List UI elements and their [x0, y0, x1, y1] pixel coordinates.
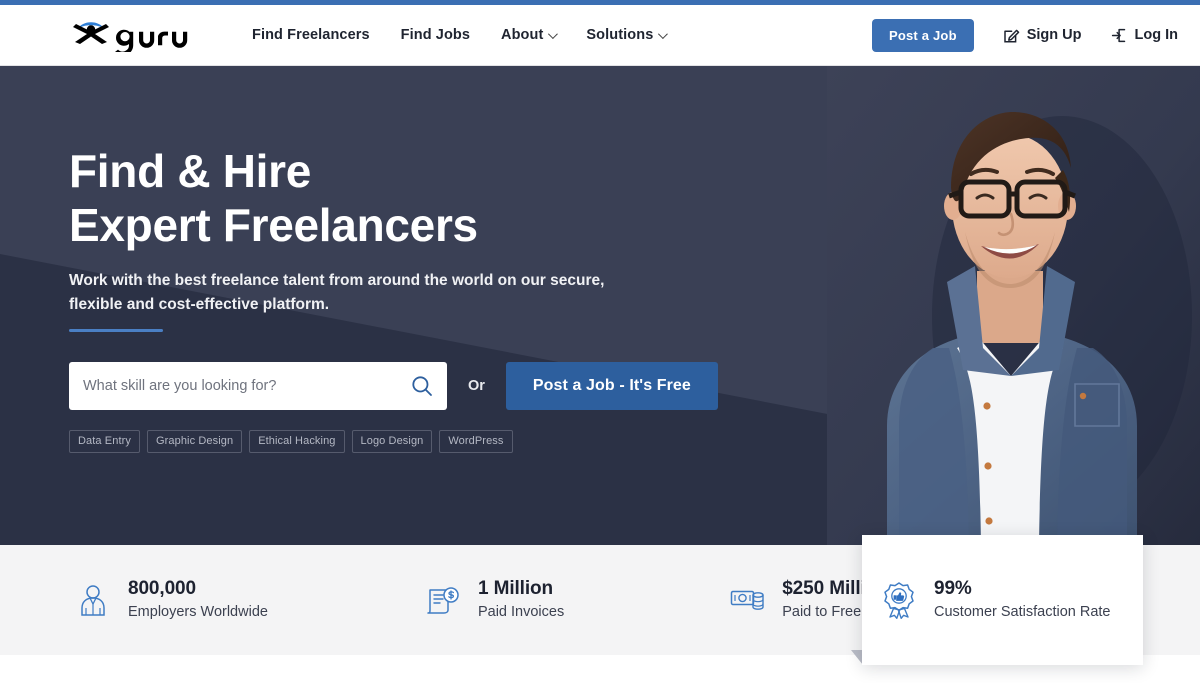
nav-item-solutions[interactable]: Solutions	[586, 27, 669, 43]
skill-tag[interactable]: Graphic Design	[146, 430, 243, 453]
sign-up-label: Sign Up	[1026, 27, 1082, 43]
nav-label: Solutions	[586, 27, 654, 43]
post-a-job-button[interactable]: Post a Job	[871, 18, 974, 52]
hero-title-line-1: Find & Hire	[69, 145, 312, 197]
landing-page: Find Freelancers Find Jobs About Solutio…	[0, 0, 1200, 683]
nav-label: Find Freelancers	[252, 27, 370, 43]
hero-title-line-2: Expert Freelancers	[69, 199, 478, 251]
stat-label: Employers Worldwide	[128, 604, 268, 620]
stat-item-invoices: 1 Million Paid Invoices	[423, 577, 564, 623]
search-box[interactable]	[69, 362, 447, 410]
stat-text: 99% Customer Satisfaction Rate	[934, 577, 1111, 623]
hero-subtitle: Work with the best freelance talent from…	[69, 272, 605, 313]
nav-item-about[interactable]: About	[501, 27, 559, 43]
search-input[interactable]	[69, 362, 447, 410]
log-in-label: Log In	[1134, 27, 1179, 43]
hero-content: Find & Hire Expert Freelancers Work with…	[0, 66, 1200, 545]
nav-item-find-jobs[interactable]: Find Jobs	[401, 27, 470, 43]
site-header: Find Freelancers Find Jobs About Solutio…	[0, 5, 1200, 66]
employer-person-icon	[73, 584, 113, 616]
pencil-square-icon	[1003, 29, 1019, 43]
header-actions: Post a Job Sign Up Log In	[871, 18, 1179, 52]
hero-section: Find & Hire Expert Freelancers Work with…	[0, 66, 1200, 545]
thumbs-up-badge-icon	[879, 581, 919, 619]
sign-up-link[interactable]: Sign Up	[1003, 27, 1082, 44]
skill-tag[interactable]: WordPress	[439, 430, 513, 453]
nav-label: About	[501, 27, 544, 43]
nav-item-find-freelancers[interactable]: Find Freelancers	[252, 27, 370, 43]
stat-value: 800,000	[128, 578, 196, 599]
popular-skill-tags: Data Entry Graphic Design Ethical Hackin…	[69, 430, 513, 453]
satisfaction-label: Customer Satisfaction Rate	[934, 604, 1111, 620]
login-arrow-icon	[1111, 28, 1125, 42]
skill-tag[interactable]: Data Entry	[69, 430, 140, 453]
stat-label: Paid Invoices	[477, 604, 565, 620]
or-separator: Or	[468, 378, 485, 394]
page-title: Find & Hire Expert Freelancers	[69, 144, 478, 252]
post-a-job-cta-button[interactable]: Post a Job - It's Free	[505, 362, 718, 410]
log-in-link[interactable]: Log In	[1111, 27, 1179, 44]
stat-value: 1 Million	[477, 578, 554, 599]
cash-money-icon	[727, 586, 767, 614]
main-nav: Find Freelancers Find Jobs About Solutio…	[252, 27, 669, 43]
chevron-down-icon	[658, 28, 669, 39]
stat-item-employers: 800,000 Employers Worldwide	[73, 577, 268, 623]
satisfaction-value: 99%	[934, 578, 972, 599]
hero-search-row: Or Post a Job - It's Free	[69, 362, 718, 410]
invoice-dollar-icon	[423, 584, 463, 616]
customer-satisfaction-card: 99% Customer Satisfaction Rate	[862, 535, 1143, 665]
skill-tag[interactable]: Ethical Hacking	[249, 430, 345, 453]
chevron-down-icon	[548, 28, 559, 39]
skill-tag[interactable]: Logo Design	[351, 430, 433, 453]
nav-label: Find Jobs	[400, 27, 471, 43]
stat-text: 1 Million Paid Invoices	[478, 577, 564, 623]
search-icon[interactable]	[411, 375, 433, 397]
guru-logo[interactable]	[69, 18, 193, 52]
stat-text: 800,000 Employers Worldwide	[128, 577, 268, 623]
hero-divider	[69, 329, 163, 332]
